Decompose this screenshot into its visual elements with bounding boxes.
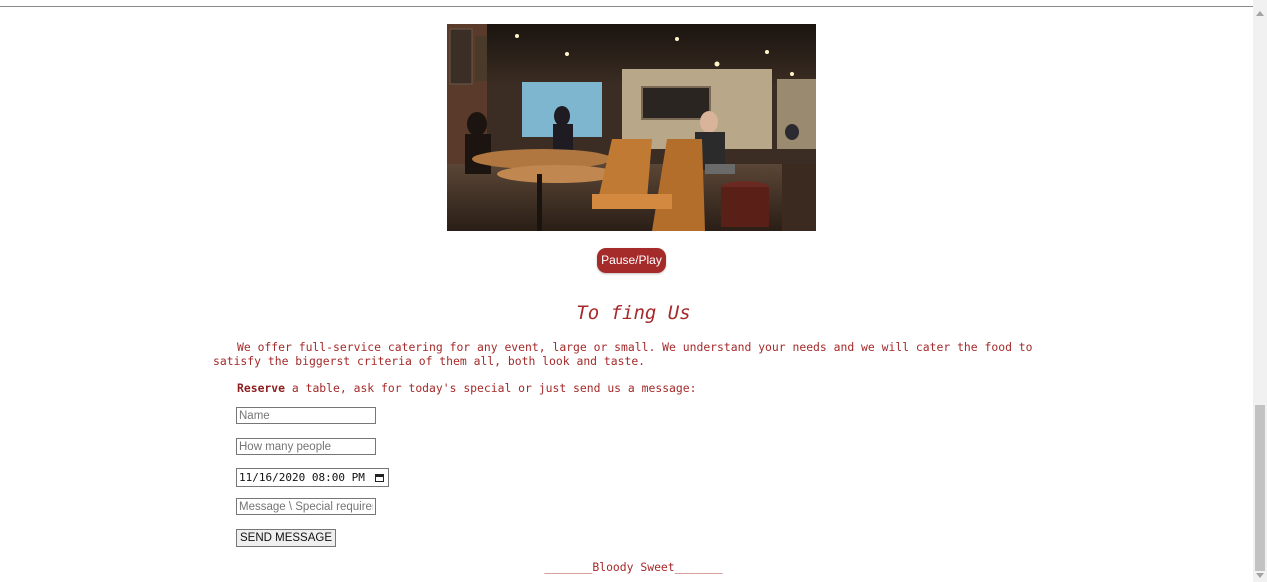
datetime-input[interactable]: 11/16/2020 08:00 PM bbox=[236, 468, 389, 487]
send-message-button[interactable]: SEND MESSAGE bbox=[236, 529, 336, 547]
reserve-emphasis: Reserve bbox=[237, 381, 286, 395]
scroll-down-arrow-icon[interactable] bbox=[1256, 573, 1264, 578]
people-count-input[interactable] bbox=[236, 438, 376, 455]
catering-intro-text: We offer full-service catering for any e… bbox=[213, 340, 1033, 368]
vertical-scrollbar[interactable] bbox=[1253, 0, 1267, 582]
name-input[interactable] bbox=[236, 407, 376, 424]
top-divider bbox=[0, 6, 1253, 7]
section-heading: To fing Us bbox=[576, 302, 691, 324]
datetime-value: 11/16/2020 08:00 PM bbox=[239, 471, 365, 484]
calendar-icon[interactable] bbox=[375, 473, 384, 482]
scrollbar-thumb[interactable] bbox=[1255, 405, 1265, 571]
cafe-video-frame bbox=[447, 24, 816, 231]
reserve-instructions: Reserve a table, ask for today's special… bbox=[237, 381, 696, 395]
footer-signature: _______Bloody Sweet_______ bbox=[544, 560, 723, 574]
page: Pause/Play To fing Us We offer full-serv… bbox=[0, 0, 1267, 582]
message-input[interactable] bbox=[236, 498, 376, 515]
pause-play-button[interactable]: Pause/Play bbox=[597, 248, 666, 273]
reserve-instructions-rest: a table, ask for today's special or just… bbox=[285, 381, 697, 395]
scroll-up-arrow-icon[interactable] bbox=[1256, 11, 1264, 16]
cafe-video[interactable] bbox=[447, 24, 816, 231]
